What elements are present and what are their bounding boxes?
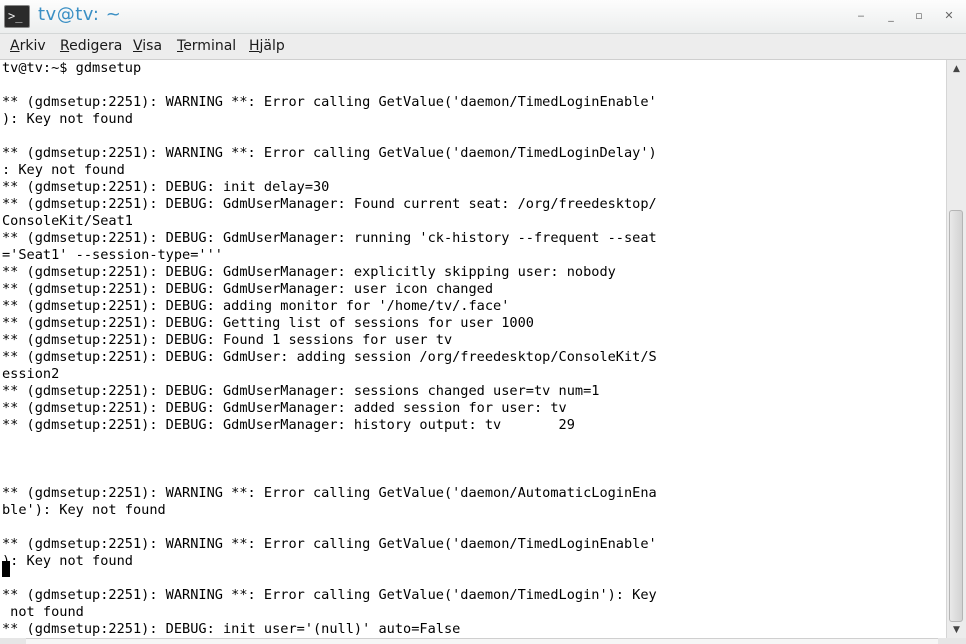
terminal-app-icon[interactable]: >_ xyxy=(4,5,30,28)
window-title: tv@tv: ~ xyxy=(38,4,122,25)
menu-visa[interactable]: Visa xyxy=(133,38,162,54)
menu-visa-mnemonic: V xyxy=(133,38,143,54)
menu-bar: Arkiv Redigera Visa Terminal Hjälp xyxy=(0,34,966,60)
menu-hjalp-label: jälp xyxy=(259,38,285,54)
terminal-output[interactable]: tv@tv:~$ gdmsetup ** (gdmsetup:2251): WA… xyxy=(0,60,946,638)
menu-arkiv-label: rkiv xyxy=(19,38,46,54)
close-icon[interactable]: ✕ xyxy=(940,8,958,24)
minimize-icon[interactable]: ‒ xyxy=(852,8,870,24)
terminal-text: tv@tv:~$ gdmsetup ** (gdmsetup:2251): WA… xyxy=(2,60,657,637)
menu-redigera-label: edigera xyxy=(69,38,123,54)
menu-hjalp[interactable]: Hjälp xyxy=(249,38,285,54)
maximize-icon[interactable]: ▫ xyxy=(910,8,928,24)
menu-hjalp-mnemonic: H xyxy=(249,38,260,54)
scrollbar-thumb[interactable] xyxy=(949,210,963,622)
horizontal-scroll-area[interactable] xyxy=(26,638,938,644)
vertical-scrollbar[interactable]: ▲ ▼ xyxy=(946,60,966,638)
menu-redigera[interactable]: Redigera xyxy=(60,38,122,54)
menu-terminal[interactable]: Terminal xyxy=(177,38,236,54)
menu-arkiv-mnemonic: A xyxy=(10,38,20,54)
menu-arkiv[interactable]: Arkiv xyxy=(10,38,46,54)
shade-icon[interactable]: _ xyxy=(882,8,900,24)
title-bar[interactable]: >_ tv@tv: ~ ‒ _ ▫ ✕ xyxy=(0,0,966,34)
menu-visa-label: isa xyxy=(142,38,163,54)
menu-terminal-label: erminal xyxy=(183,38,237,54)
terminal-cursor xyxy=(2,561,10,577)
scroll-down-icon[interactable]: ▼ xyxy=(947,623,966,637)
scroll-up-icon[interactable]: ▲ xyxy=(947,62,966,76)
menu-redigera-mnemonic: R xyxy=(60,38,70,54)
